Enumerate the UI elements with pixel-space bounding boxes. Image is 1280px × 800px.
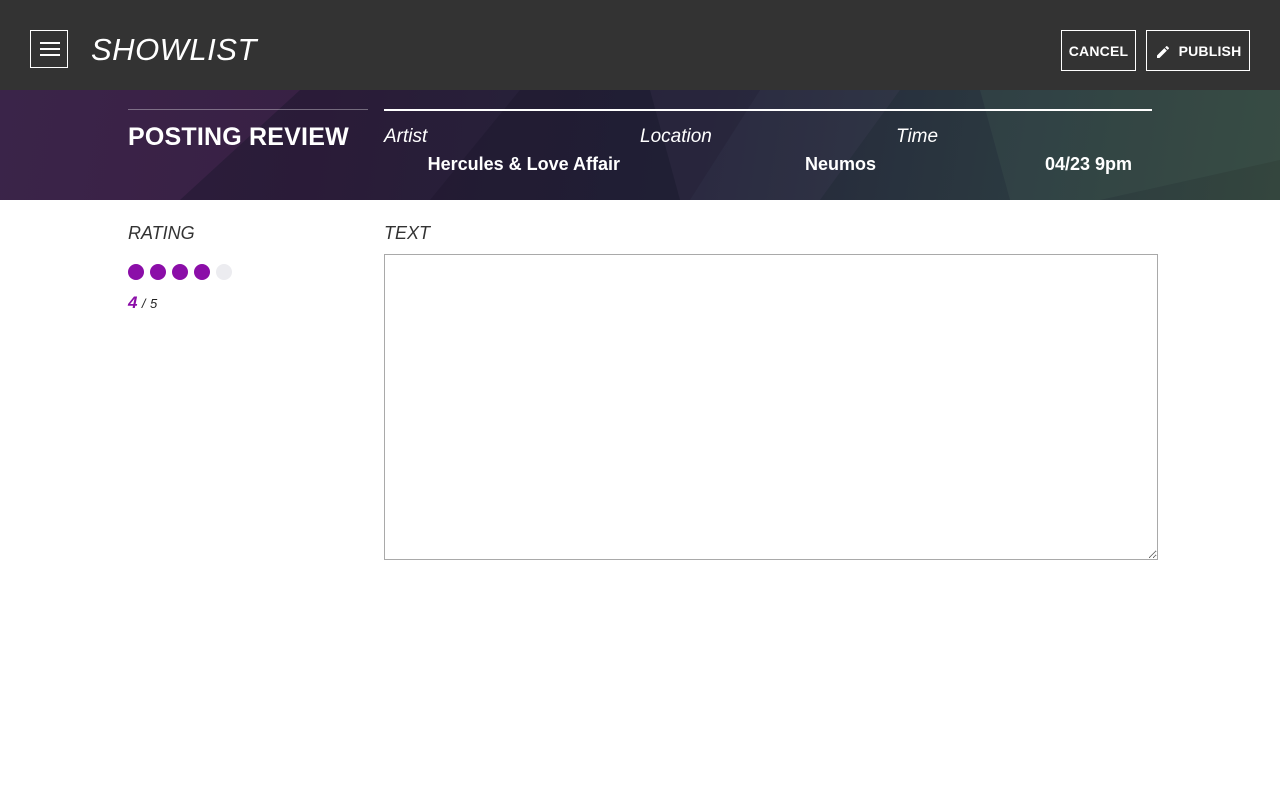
rating-dot-5[interactable] [216, 264, 232, 280]
publish-button-label: PUBLISH [1178, 42, 1242, 59]
time-label: Time [896, 126, 939, 147]
review-text-input[interactable] [384, 254, 1158, 560]
rating-label: RATING [128, 223, 195, 243]
rating-current-value: 4 [128, 293, 138, 312]
time-value: 04/23 9pm [1044, 154, 1132, 174]
artist-value: Hercules & Love Affair [427, 154, 620, 174]
banner-divider-left [128, 109, 368, 110]
location-value: Neumos [804, 154, 876, 174]
rating-max-value: 5 [150, 296, 158, 311]
cancel-button-label: CANCEL [1068, 42, 1129, 59]
rating-dot-4[interactable] [194, 264, 210, 280]
publish-button[interactable]: PUBLISH [1146, 30, 1250, 71]
rating-dot-1[interactable] [128, 264, 144, 280]
menu-button[interactable] [30, 30, 68, 68]
page-heading: POSTING REVIEW [128, 123, 349, 151]
rating-readout: 4 / 5 [128, 293, 157, 314]
app-title: SHOWLIST [91, 32, 257, 67]
top-app-bar: SHOWLIST CANCEL PUBLISH [0, 0, 1280, 90]
cancel-button[interactable]: CANCEL [1061, 30, 1136, 71]
event-banner: POSTING REVIEW Artist Location Time Herc… [0, 90, 1280, 200]
rating-dot-2[interactable] [150, 264, 166, 280]
location-label: Location [640, 126, 712, 147]
artist-label: Artist [384, 126, 428, 147]
rating-separator: / [141, 296, 146, 311]
banner-divider-right [384, 109, 1152, 111]
rating-dot-3[interactable] [172, 264, 188, 280]
rating-control[interactable] [128, 264, 238, 280]
pencil-icon [1156, 45, 1169, 58]
text-label: TEXT [384, 223, 431, 243]
